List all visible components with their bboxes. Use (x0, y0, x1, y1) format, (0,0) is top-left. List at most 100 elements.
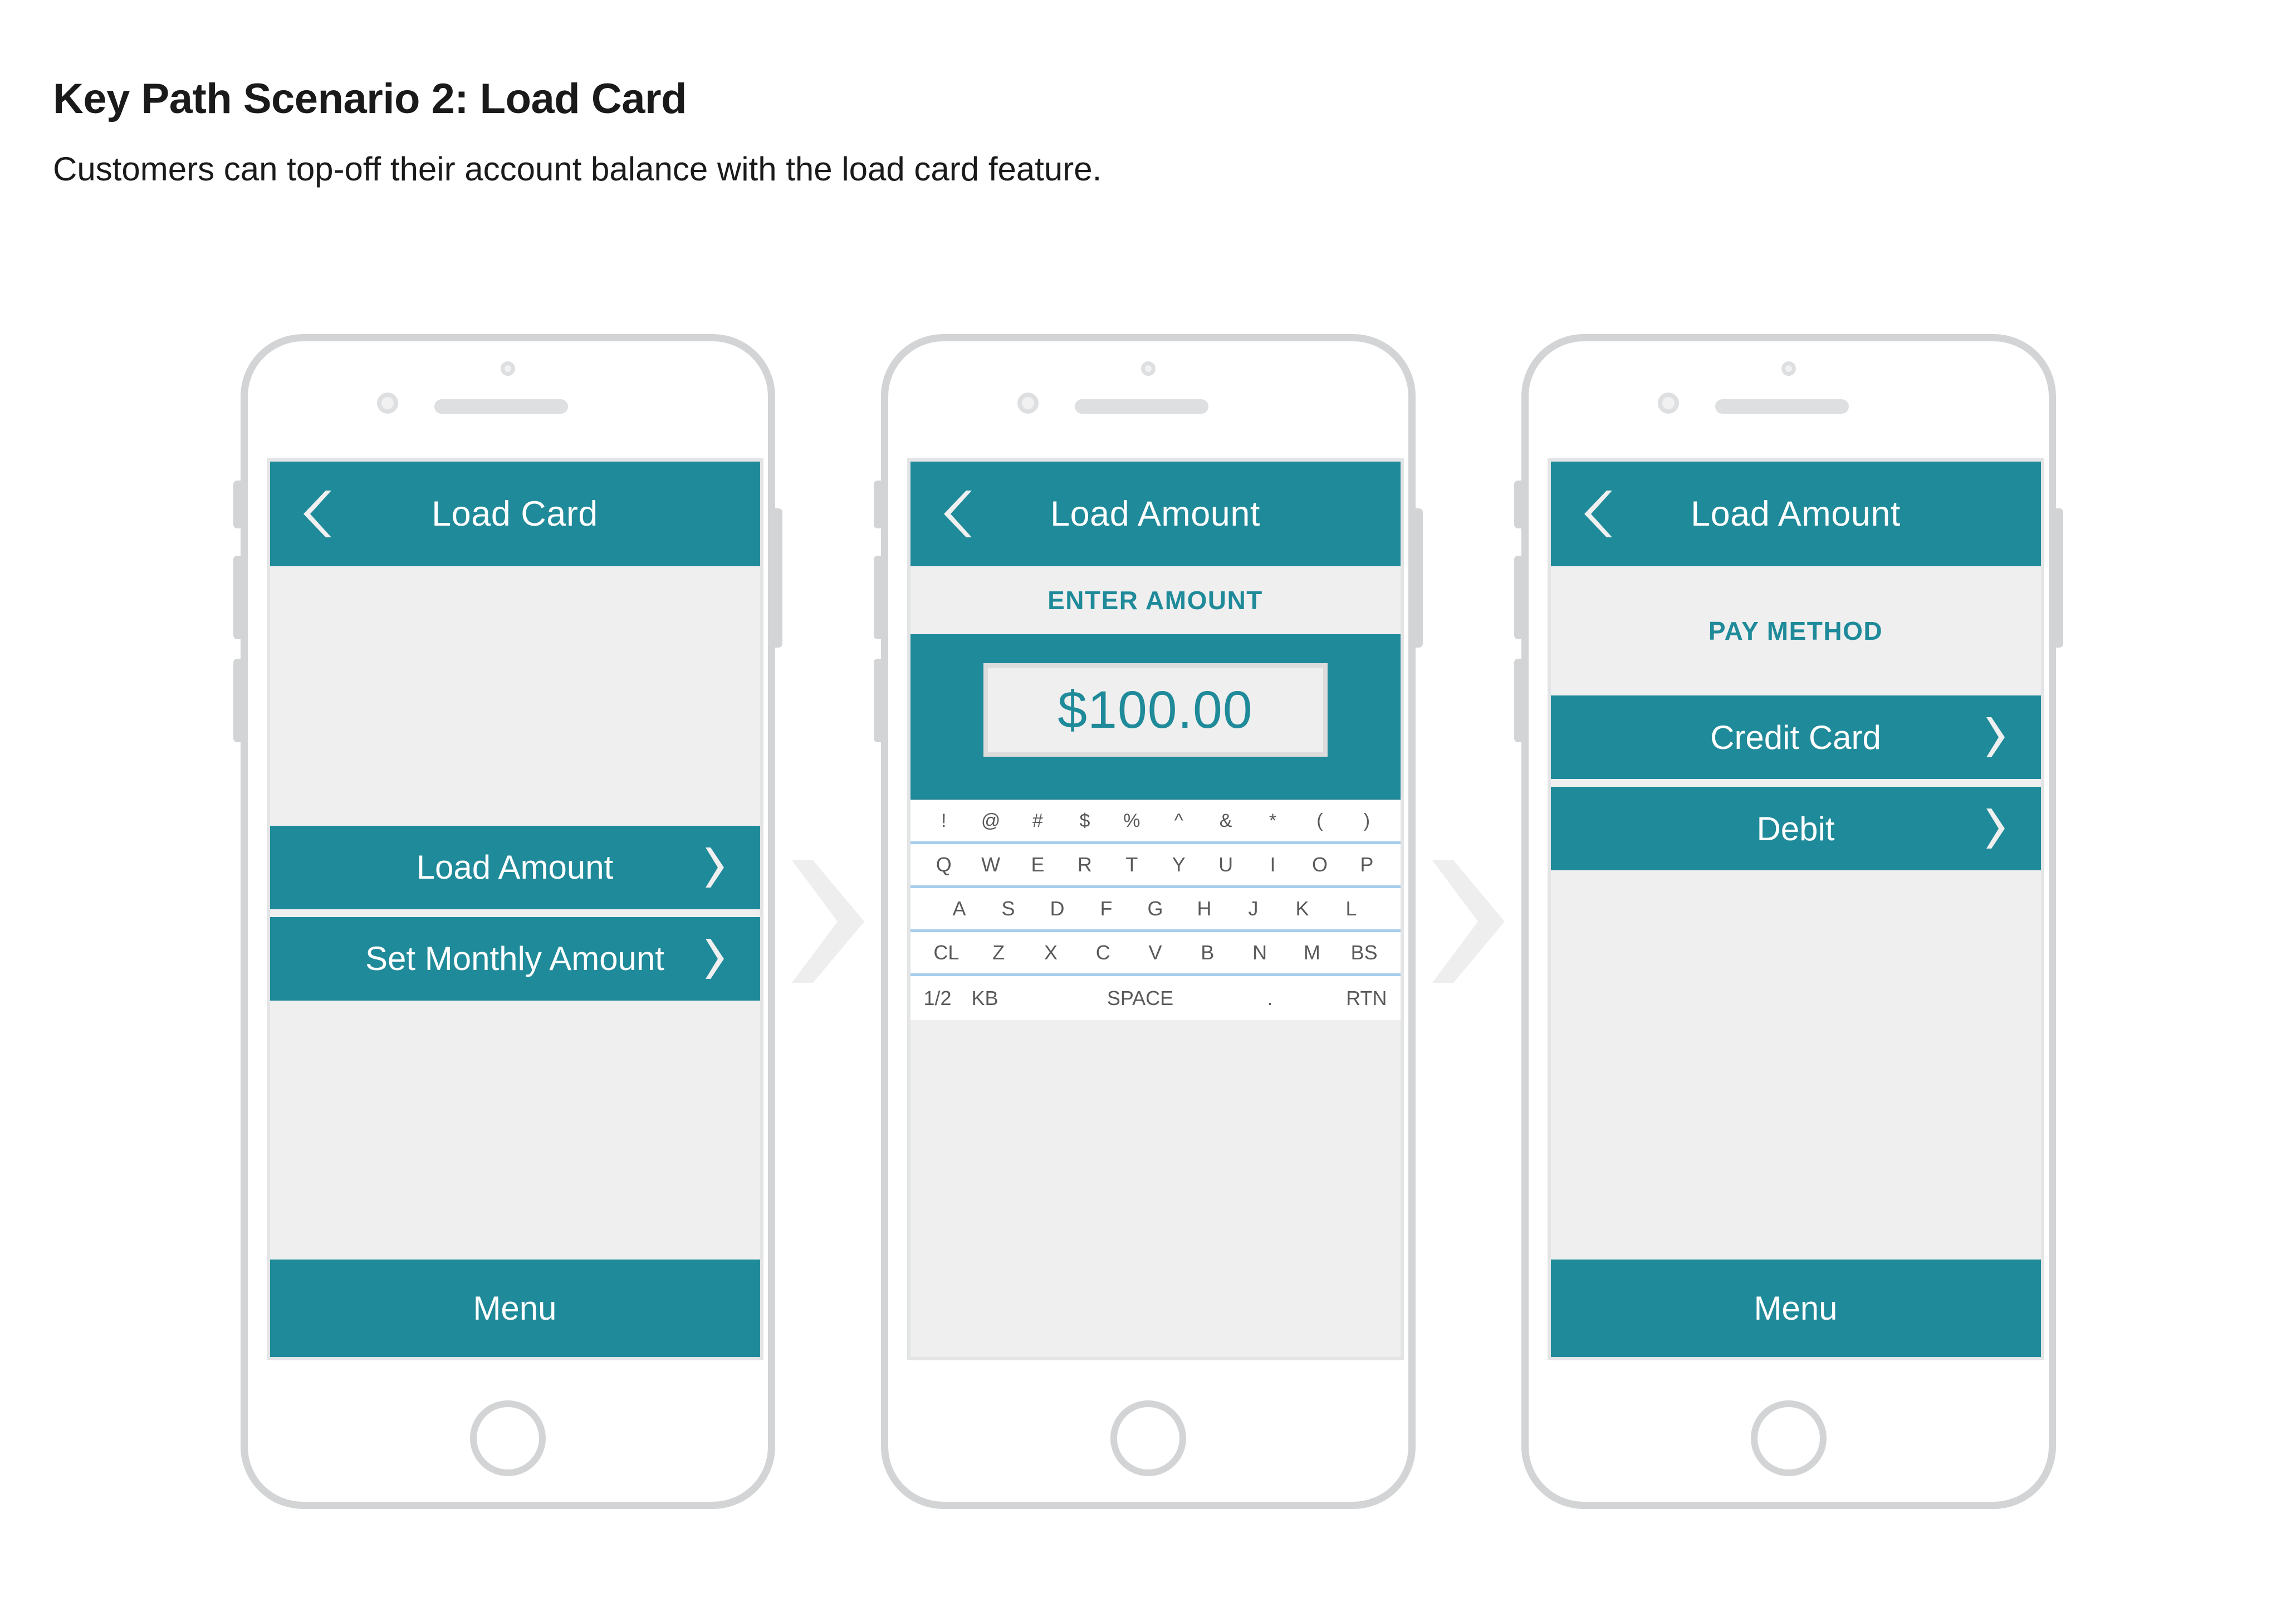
home-button[interactable] (1110, 1400, 1186, 1476)
power-button[interactable] (1415, 508, 1423, 648)
nav-title: Load Amount (1691, 494, 1901, 533)
key-paren-close[interactable]: ) (1343, 810, 1390, 832)
key-d[interactable]: D (1033, 897, 1082, 920)
earpiece-speaker-icon (1715, 399, 1849, 414)
phone-mockup-2: Load Amount ENTER AMOUNT $100.00 ! @ # $… (873, 334, 1423, 1509)
menu-button[interactable]: Menu (270, 1260, 760, 1357)
key-backspace[interactable]: BS (1338, 941, 1391, 964)
key-ampersand[interactable]: & (1202, 810, 1249, 832)
front-camera-icon (500, 361, 515, 376)
list-row-label: Load Amount (416, 849, 614, 886)
key-dollar[interactable]: $ (1061, 810, 1108, 832)
chevron-right-icon (701, 847, 726, 888)
section-label-enter-amount: ENTER AMOUNT (910, 566, 1401, 634)
key-keyboard-switch[interactable]: KB (972, 987, 1044, 1010)
keyboard-row-4: 1/2 KB SPACE . RTN (910, 976, 1401, 1020)
key-q[interactable]: Q (921, 853, 967, 876)
key-hash[interactable]: # (1014, 810, 1061, 832)
home-button[interactable] (1750, 1400, 1827, 1476)
key-y[interactable]: Y (1156, 853, 1202, 876)
nav-title: Load Amount (1050, 494, 1260, 533)
key-return[interactable]: RTN (1304, 987, 1387, 1010)
key-f[interactable]: F (1082, 897, 1131, 920)
chevron-left-icon[interactable] (939, 491, 973, 537)
key-percent[interactable]: % (1108, 810, 1155, 832)
amount-input[interactable]: $100.00 (983, 663, 1328, 757)
list-row[interactable]: Credit Card (1550, 695, 2041, 779)
key-asterisk[interactable]: * (1249, 810, 1296, 832)
key-i[interactable]: I (1249, 853, 1296, 876)
amount-panel: $100.00 (910, 634, 1401, 800)
screen-pay-method: Load Amount PAY METHOD Credit Card Debit (1547, 458, 2044, 1360)
key-e[interactable]: E (1014, 853, 1061, 876)
key-exclaim[interactable]: ! (921, 810, 967, 832)
key-k[interactable]: K (1278, 897, 1327, 920)
key-a[interactable]: A (935, 897, 984, 920)
earpiece-speaker-icon (434, 399, 568, 414)
list-row[interactable]: Debit (1550, 787, 2041, 870)
key-caret[interactable]: ^ (1156, 810, 1202, 832)
key-v[interactable]: V (1129, 941, 1182, 964)
key-c[interactable]: C (1077, 941, 1129, 964)
power-button[interactable] (2055, 508, 2063, 648)
key-t[interactable]: T (1108, 853, 1155, 876)
list-row-label: Credit Card (1710, 718, 1881, 756)
key-b[interactable]: B (1181, 941, 1233, 964)
chevron-right-icon (701, 938, 726, 979)
key-o[interactable]: O (1296, 853, 1343, 876)
key-caps-lock[interactable]: CL (921, 941, 973, 964)
key-m[interactable]: M (1286, 941, 1338, 964)
home-button[interactable] (469, 1400, 546, 1476)
menu-button[interactable]: Menu (1550, 1260, 2041, 1357)
volume-down-button[interactable] (233, 659, 241, 742)
keyboard-row-3: CL Z X C V B N M BS (910, 932, 1401, 976)
key-p[interactable]: P (1343, 853, 1390, 876)
key-s[interactable]: S (984, 897, 1033, 920)
key-period[interactable]: . (1237, 987, 1304, 1010)
page-title: Key Path Scenario 2: Load Card (53, 75, 687, 122)
keyboard-row-symbols: ! @ # $ % ^ & * ( ) (910, 800, 1401, 844)
proximity-sensor-icon (1657, 393, 1679, 414)
key-g[interactable]: G (1131, 897, 1180, 920)
screen-spacer-top (270, 566, 760, 826)
key-l[interactable]: L (1327, 897, 1376, 920)
silent-switch-button[interactable] (233, 481, 241, 528)
flow-arrow-2 (1416, 334, 1521, 1509)
volume-down-button[interactable] (873, 659, 881, 742)
key-paren-open[interactable]: ( (1296, 810, 1343, 832)
key-space[interactable]: SPACE (1044, 987, 1237, 1010)
key-r[interactable]: R (1061, 853, 1108, 876)
key-j[interactable]: J (1229, 897, 1278, 920)
key-z[interactable]: Z (972, 941, 1025, 964)
key-n[interactable]: N (1233, 941, 1286, 964)
earpiece-speaker-icon (1074, 399, 1208, 414)
volume-up-button[interactable] (873, 556, 881, 639)
silent-switch-button[interactable] (1514, 481, 1521, 528)
key-x[interactable]: X (1025, 941, 1077, 964)
nav-bar: Load Amount (1550, 462, 2041, 566)
chevron-left-icon[interactable] (299, 491, 332, 537)
nav-bar: Load Card (270, 462, 760, 566)
screen-spacer-bottom (270, 1000, 760, 1260)
silent-switch-button[interactable] (873, 481, 881, 528)
chevron-right-icon (1982, 808, 2006, 849)
section-label-pay-method: PAY METHOD (1550, 566, 2041, 695)
list-row-label: Set Monthly Amount (365, 940, 664, 977)
list-row[interactable]: Set Monthly Amount (270, 917, 760, 1001)
proximity-sensor-icon (1017, 393, 1039, 414)
key-h[interactable]: H (1180, 897, 1229, 920)
menu-button-label: Menu (1754, 1290, 1838, 1327)
list-row[interactable]: Load Amount (270, 825, 760, 909)
key-at[interactable]: @ (967, 810, 1014, 832)
chevron-left-icon[interactable] (1580, 491, 1613, 537)
volume-down-button[interactable] (1514, 659, 1521, 742)
key-page-toggle[interactable]: 1/2 (924, 987, 972, 1010)
key-w[interactable]: W (967, 853, 1014, 876)
volume-up-button[interactable] (1514, 556, 1521, 639)
chevron-right-icon (1982, 717, 2006, 757)
power-button[interactable] (775, 508, 782, 648)
front-camera-icon (1140, 361, 1156, 376)
screen-enter-amount: Load Amount ENTER AMOUNT $100.00 ! @ # $… (907, 458, 1404, 1360)
volume-up-button[interactable] (233, 556, 241, 639)
key-u[interactable]: U (1202, 853, 1249, 876)
